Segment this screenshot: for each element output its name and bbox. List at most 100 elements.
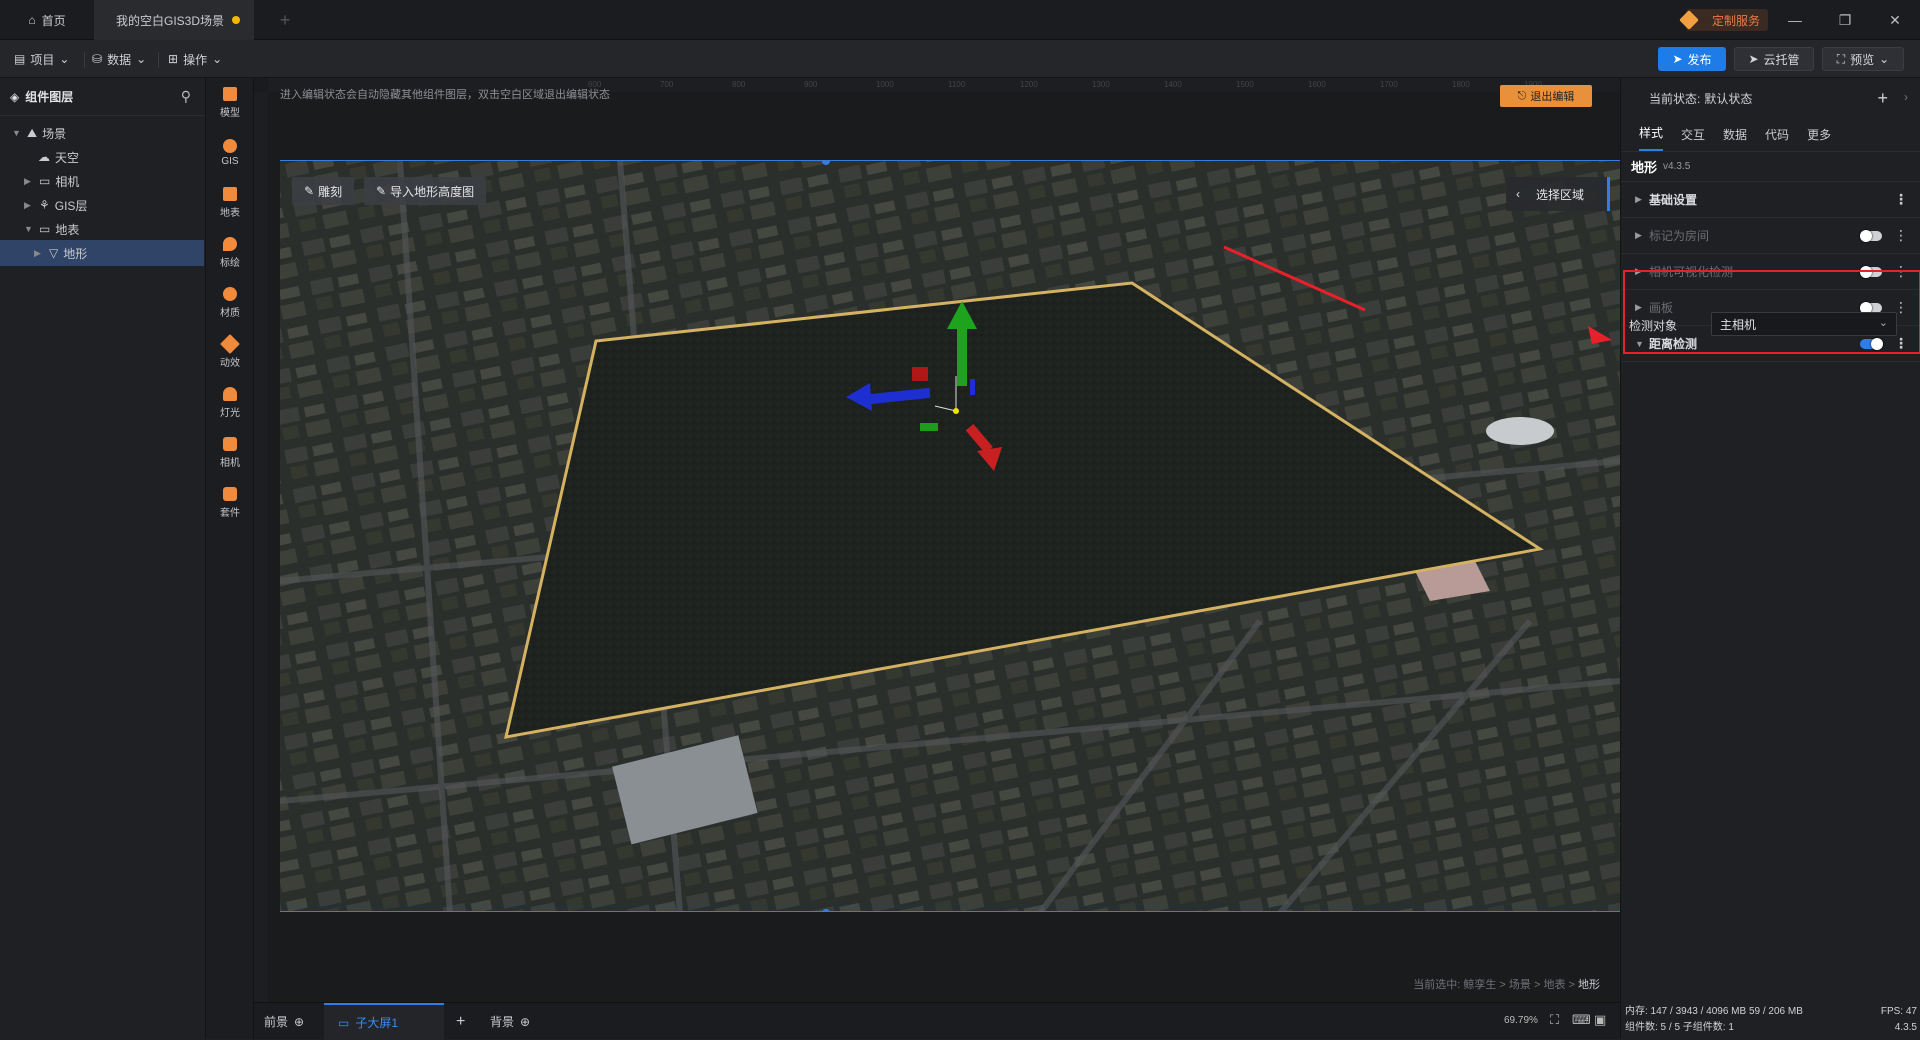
rail-surface[interactable]: 地表 [206,178,254,228]
rail-label: 材质 [220,308,240,319]
restore-button[interactable]: ❐ [1820,0,1870,40]
menu-data-label: 数据 [107,52,132,67]
page-child[interactable]: ▭ 子大屏1 [324,1003,444,1040]
add-circle-icon[interactable]: ⊕ [294,1015,304,1029]
layer-panel: ◈ 组件图层 ⚲ ▼ ⛰ 场景 ☁ 天空 ▶ ▭ 相机 ▶ ⚘ GIS层 ▼ ▭… [0,78,206,1039]
room-mark-toggle[interactable] [1860,230,1882,242]
minimize-button[interactable]: — [1770,0,1820,40]
caret-right-icon: ▶ [34,247,41,258]
component-count: 组件数: 5 / 5 子组件数: 1 [1625,1022,1734,1033]
rail-model[interactable]: 模型 [206,78,254,128]
aerial-map[interactable] [280,161,1620,912]
zoom-level[interactable]: 69.79% [1504,1015,1538,1026]
tree-item-gis[interactable]: ▶ ⚘ GIS层 [0,192,204,218]
page-back-label: 背景 [490,1015,515,1029]
select-area-panel[interactable]: ‹ 选择区域 [1506,177,1610,211]
tree-item-label: 地表 [55,222,80,237]
exit-edit-button[interactable]: ⎋ 退出编辑 [1500,85,1592,107]
detect-target-select[interactable]: 主相机 ⌄ [1711,312,1897,336]
import-heightmap-button[interactable]: ✎ 导入地形高度图 [364,177,487,205]
tab-scene[interactable]: 我的空白GIS3D场景 [94,0,254,40]
rail-light[interactable]: 灯光 [206,378,254,428]
add-tab-button[interactable]: + [270,0,300,40]
rail-plot[interactable]: 标绘 [206,228,254,278]
cloud-label: 云托管 [1763,52,1800,67]
more-vertical-icon[interactable]: ⋮ [1894,228,1908,242]
search-icon[interactable]: ⚲ [181,88,191,105]
yz-plane-handle[interactable] [970,379,975,395]
tree-item-terrain[interactable]: ▶ ▽ 地形 [0,240,204,266]
menu-project[interactable]: ▤ 项目 ⌄ [14,48,69,70]
camera-icon [223,437,237,451]
chevron-right-icon[interactable]: › [1904,90,1908,104]
page-front[interactable]: 前景 ⊕ [264,1003,304,1040]
tree-item-sky[interactable]: ☁ 天空 [0,144,204,170]
custom-service-button[interactable]: 定制服务 [1679,9,1769,31]
component-name: 地形 [1631,160,1658,175]
rail-effect[interactable]: 动效 [206,328,254,378]
tree-item-surface[interactable]: ▼ ▭ 地表 [0,216,204,242]
tab-more[interactable]: 更多 [1807,126,1831,151]
gis-viewport[interactable]: ✎ 雕刻 ✎ 导入地形高度图 ‹ 选择区域 [280,160,1620,912]
chevron-down-icon: ⌄ [136,52,147,66]
layers-icon: ◈ [10,89,20,104]
custom-service-label: 定制服务 [1712,13,1761,28]
more-vertical-icon[interactable]: ⋮ [1894,192,1908,206]
edit-hint: 进入编辑状态会自动隐藏其他组件图层，双击空白区域退出编辑状态 [280,89,610,101]
terrain-icon: ▽ [49,246,59,260]
terminal-icon[interactable]: ▣ [1594,1012,1606,1028]
tree-item-scene[interactable]: ▼ ⛰ 场景 [0,120,204,146]
close-button[interactable]: ✕ [1870,0,1920,40]
monitor-icon: ▭ [338,1015,350,1030]
select-area-label: 选择区域 [1536,187,1585,202]
tab-code[interactable]: 代码 [1765,126,1789,151]
preview-button[interactable]: ⛶ 预览 ⌄ [1822,47,1904,71]
rail-material[interactable]: 材质 [206,278,254,328]
add-circle-icon[interactable]: ⊕ [520,1015,530,1029]
tree-item-camera[interactable]: ▶ ▭ 相机 [0,168,204,194]
menu-data[interactable]: ⛁ 数据 ⌄ [92,48,146,70]
state-value[interactable]: 默认状态 [1704,90,1752,107]
rail-gis[interactable]: GIS [206,128,254,178]
database-icon: ⛁ [92,52,103,66]
menu-operate[interactable]: ⊞ 操作 ⌄ [168,48,222,70]
chevron-left-icon: ‹ [1516,187,1520,201]
menu-project-label: 项目 [30,52,55,67]
component-title: 地形 v4.3.5 [1621,152,1920,182]
scene-icon: ⛰ [27,125,38,140]
detect-target-value: 主相机 [1720,317,1757,332]
section-basic[interactable]: ▶ 基础设置 ⋮ [1621,182,1920,218]
highlight-box: 检测对象 主相机 ⌄ [1623,270,1920,354]
section-room-mark[interactable]: ▶ 标记为房间 ⋮ [1621,218,1920,254]
xz-plane-handle[interactable] [920,423,938,431]
tree-item-label: 相机 [55,174,80,189]
y-axis-arrow[interactable] [957,326,967,386]
fit-screen-icon[interactable]: ⛶ [1550,1012,1559,1028]
chevron-down-icon: ⌄ [212,52,223,66]
tab-interaction[interactable]: 交互 [1681,126,1705,151]
keyboard-icon[interactable]: ⌨ [1572,1012,1591,1028]
sculpt-button[interactable]: ✎ 雕刻 [292,177,355,205]
tab-home[interactable]: ⌂ 首页 [0,0,94,40]
file-icon: ▤ [14,52,26,66]
add-page-button[interactable]: + [456,1003,465,1040]
memory-stat: 内存: 147 / 3943 / 4096 MB 59 / 206 MB [1625,1006,1803,1017]
send-icon: ➤ [1748,52,1759,66]
rail-label: GIS [221,156,239,167]
cloud-host-button[interactable]: ➤ 云托管 [1734,47,1814,71]
publish-button[interactable]: ➤ 发布 [1658,47,1726,71]
tab-data[interactable]: 数据 [1723,126,1747,151]
rail-camera[interactable]: 相机 [206,428,254,478]
gizmo-center[interactable] [953,408,959,414]
rail-kit[interactable]: 套件 [206,478,254,528]
editor-canvas[interactable]: 600 700 800 900 1000 1100 1200 1300 1400 1500 1600… [254,78,1620,1002]
ruler-tick-label: 1200 [1020,80,1038,89]
page-child-label: 子大屏1 [355,1016,399,1030]
add-state-button[interactable]: + [1877,88,1888,109]
xy-plane-handle[interactable] [912,367,928,381]
page-back[interactable]: 背景 ⊕ [490,1003,530,1040]
tab-style[interactable]: 样式 [1639,124,1664,151]
folder-icon: ▭ [39,222,51,236]
breadcrumb-path: 当前选中: 鲸孪生 > 场景 > 地表 > [1413,979,1575,991]
import-heightmap-label: 导入地形高度图 [390,184,475,199]
